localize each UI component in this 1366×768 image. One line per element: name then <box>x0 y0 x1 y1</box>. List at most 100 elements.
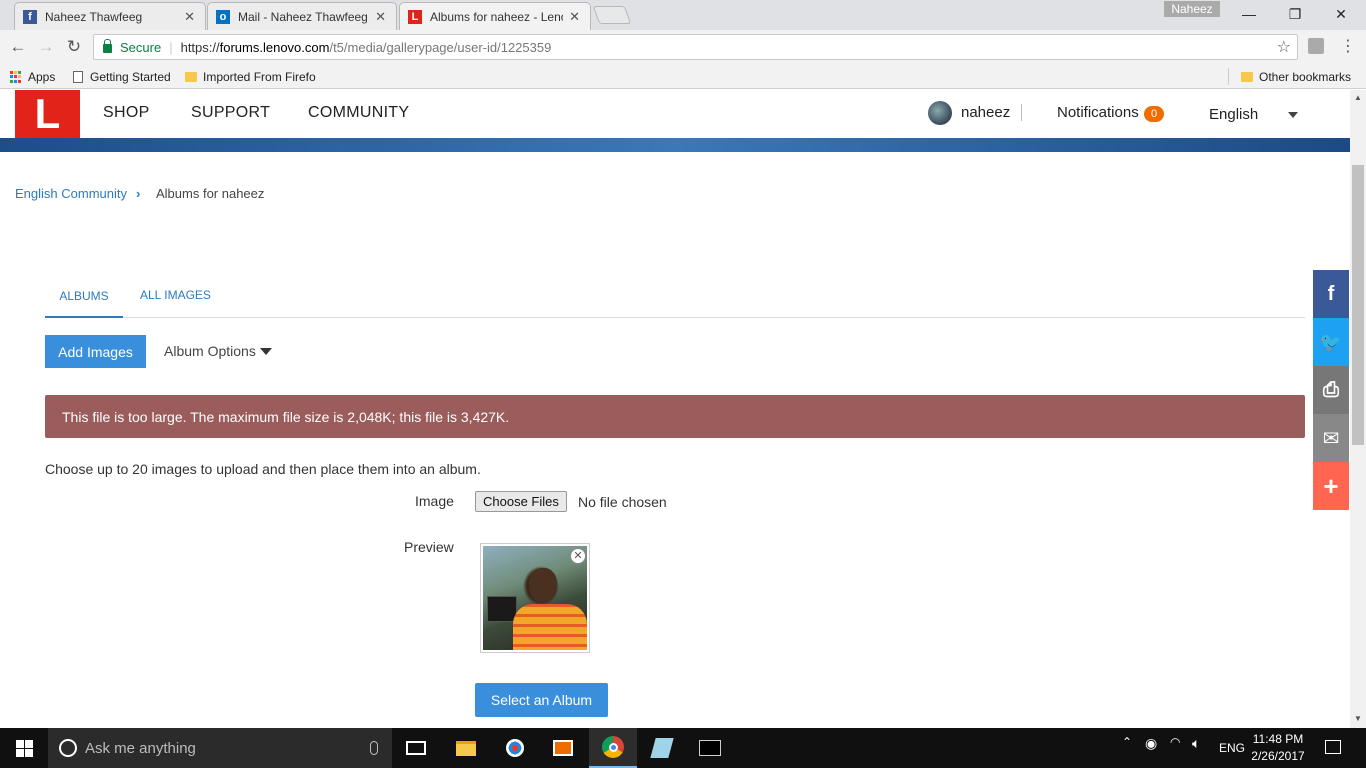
photo-detail <box>487 596 517 622</box>
minimize-icon[interactable]: — <box>1226 0 1272 28</box>
more-share-icon[interactable]: + <box>1313 462 1349 510</box>
album-options-dropdown[interactable]: Album Options <box>164 343 272 359</box>
restore-icon[interactable]: ❐ <box>1272 0 1318 28</box>
scroll-down-icon[interactable]: ▼ <box>1350 712 1366 726</box>
close-icon[interactable]: ✕ <box>184 9 195 25</box>
language-selector[interactable]: English <box>1209 106 1258 123</box>
twitter-share-icon[interactable]: 🐦 <box>1313 318 1349 366</box>
remove-image-icon[interactable]: ✕ <box>570 548 586 564</box>
tab-title: Albums for naheez - Leno <box>430 9 564 24</box>
cortana-search-box[interactable]: Ask me anything <box>48 728 392 768</box>
nav-shop[interactable]: SHOP <box>103 104 150 122</box>
divider <box>1021 104 1022 121</box>
bookmark-other[interactable]: Other bookmarks <box>1241 68 1351 86</box>
upload-instructions: Choose up to 20 images to upload and the… <box>45 461 481 477</box>
lenovo-logo[interactable]: L <box>15 90 80 138</box>
task-view-icon[interactable] <box>392 728 440 768</box>
facebook-share-icon[interactable]: f <box>1313 270 1349 318</box>
caret-down-icon <box>259 347 272 355</box>
notifications-link[interactable]: Notifications <box>1057 104 1139 121</box>
wifi-icon[interactable]: ◠ <box>1170 735 1180 749</box>
cortana-icon <box>59 739 77 757</box>
file-status: No file chosen <box>578 494 667 510</box>
language-indicator[interactable]: ENG <box>1219 741 1245 755</box>
add-images-button[interactable]: Add Images <box>45 335 146 368</box>
bookmarks-bar: Apps Getting Started Imported From Firef… <box>0 64 1366 89</box>
divider <box>1228 68 1229 85</box>
forward-icon[interactable]: → <box>35 36 57 58</box>
select-album-button[interactable]: Select an Album <box>475 683 608 717</box>
address-bar[interactable]: Secure | https://forums.lenovo.com/t5/me… <box>93 34 1298 60</box>
notification-count-badge[interactable]: 0 <box>1144 106 1164 122</box>
url-text[interactable]: https://forums.lenovo.com/t5/media/galle… <box>181 40 552 55</box>
chevron-right-icon: › <box>136 186 141 201</box>
avatar[interactable] <box>928 101 952 125</box>
tab-albums[interactable]: ALBUMS <box>45 288 123 318</box>
chevron-up-icon[interactable]: ⌃ <box>1122 735 1132 749</box>
nav-community[interactable]: COMMUNITY <box>308 104 409 122</box>
profile-button[interactable]: Naheez <box>1164 1 1220 17</box>
photo-detail <box>513 604 587 650</box>
browser-tab-albums[interactable]: L Albums for naheez - Leno ✕ <box>399 2 591 30</box>
chevron-down-icon[interactable] <box>1288 112 1298 118</box>
scroll-up-icon[interactable]: ▲ <box>1350 91 1366 105</box>
browser-tab-mail[interactable]: o Mail - Naheez Thawfeeg ✕ <box>207 2 397 30</box>
close-icon[interactable]: ✕ <box>375 9 386 25</box>
preview-label: Preview <box>404 539 454 555</box>
notepad-icon[interactable] <box>638 728 686 768</box>
tab-title: Naheez Thawfeeg <box>45 9 143 24</box>
clock[interactable]: 11:48 PM 2/26/2017 <box>1246 731 1310 765</box>
close-icon[interactable]: ✕ <box>569 9 580 25</box>
scrollbar-thumb[interactable] <box>1352 165 1364 445</box>
page-icon <box>73 71 83 83</box>
username-link[interactable]: naheez <box>961 104 1010 121</box>
header-banner <box>0 138 1350 152</box>
bookmark-label: Getting Started <box>90 70 171 84</box>
menu-icon[interactable]: ⋮ <box>1340 36 1356 56</box>
error-message: This file is too large. The maximum file… <box>45 395 1305 438</box>
tab-title: Mail - Naheez Thawfeeg <box>238 9 368 24</box>
search-placeholder: Ask me anything <box>85 739 196 757</box>
new-tab-button[interactable] <box>592 6 632 24</box>
windows-start-icon[interactable] <box>0 728 48 768</box>
file-explorer-icon[interactable] <box>442 728 490 768</box>
action-center-icon[interactable] <box>1325 740 1341 754</box>
url-path: /t5/media/gallerypage/user-id/1225359 <box>329 39 552 55</box>
photo-detail <box>529 568 557 602</box>
choose-files-button[interactable]: Choose Files <box>475 491 567 512</box>
command-prompt-icon[interactable] <box>686 728 734 768</box>
paint-icon[interactable] <box>491 728 539 768</box>
microphone-icon[interactable] <box>370 741 378 755</box>
bookmark-label: Apps <box>28 70 56 84</box>
lock-icon <box>103 38 112 53</box>
bookmark-apps[interactable]: Apps <box>10 68 55 86</box>
media-player-icon[interactable] <box>539 728 587 768</box>
image-label: Image <box>415 493 454 509</box>
volume-icon[interactable]: 🔈︎ <box>1192 735 1200 752</box>
tab-all-images[interactable]: ALL IMAGES <box>140 288 211 302</box>
email-icon[interactable]: ✉ <box>1313 414 1349 462</box>
nav-support[interactable]: SUPPORT <box>191 104 270 122</box>
apps-icon <box>10 71 22 83</box>
chrome-icon[interactable] <box>589 728 637 768</box>
extension-icon[interactable] <box>1308 38 1324 54</box>
window-close-icon[interactable]: ✕ <box>1318 0 1364 28</box>
url-scheme: https:// <box>180 39 220 55</box>
url-domain: forums.lenovo.com <box>219 39 330 55</box>
print-icon[interactable]: ⎙ <box>1313 366 1349 414</box>
browser-tab-facebook[interactable]: f Naheez Thawfeeg ✕ <box>14 2 206 30</box>
breadcrumb-root[interactable]: English Community <box>15 186 127 201</box>
divider: | <box>169 39 173 55</box>
divider <box>45 317 1305 318</box>
windows-logo-icon <box>15 739 33 757</box>
bookmark-imported[interactable]: Imported From Firefo <box>185 68 316 86</box>
bookmark-star-icon[interactable]: ☆ <box>1277 37 1291 57</box>
bookmark-getting-started[interactable]: Getting Started <box>73 68 171 86</box>
outlook-icon: o <box>216 9 230 24</box>
location-icon[interactable]: ◉ <box>1145 735 1157 752</box>
facebook-icon: f <box>23 9 37 24</box>
folder-icon <box>185 72 197 82</box>
reload-icon[interactable]: ↻ <box>63 36 85 58</box>
back-icon[interactable]: ← <box>7 36 29 58</box>
clock-date: 2/26/2017 <box>1251 749 1305 763</box>
